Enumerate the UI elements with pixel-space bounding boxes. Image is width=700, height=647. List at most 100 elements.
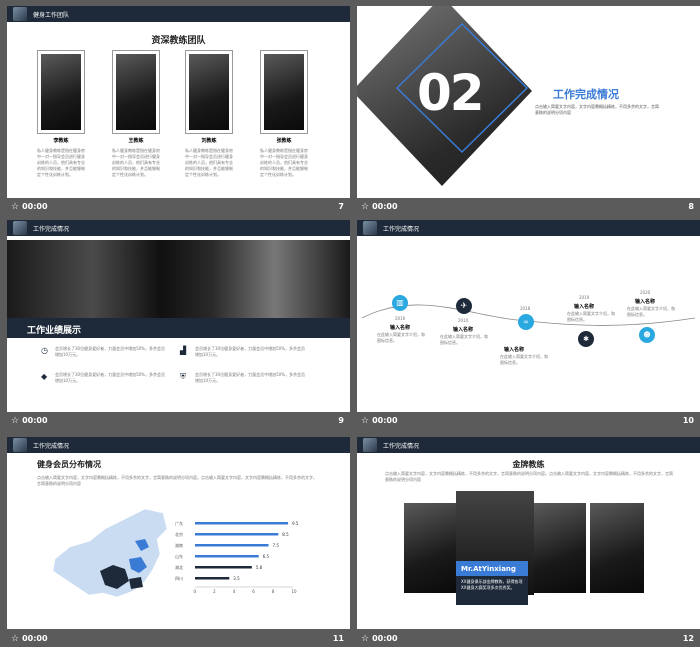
star-icon: ☆ xyxy=(361,415,370,426)
timeline-desc: 在此输入简要文字介绍，和图标信息。 xyxy=(377,332,425,343)
footer-time: 00:00 xyxy=(372,416,398,425)
header-title: 工作完成情况 xyxy=(33,225,70,233)
item-desc: 会员增长了30位健身爱好者，力量会员中增加50%，多余会员增加10万元。 xyxy=(55,372,165,383)
header-title: 健身工作团队 xyxy=(33,11,70,19)
slide-header: 工作完成情况 xyxy=(357,437,700,453)
coach-card xyxy=(260,50,308,134)
timeline-node: ☻ xyxy=(639,327,655,343)
shield-icon: ⛨ xyxy=(180,372,186,381)
slide-7[interactable]: 健身工作团队 资深教练团队 李教练 王教练 刘教练 张教练 私人健身教练是指在健… xyxy=(7,6,350,198)
timeline-desc: 在此输入简要文字介绍，和图标信息。 xyxy=(567,311,615,322)
category-label: 山东 xyxy=(175,553,183,559)
timeline-label: 输入名称 xyxy=(635,299,656,305)
coach-photo xyxy=(116,54,156,130)
member-bar-chart: 广东 9.5 北京 8.5 湖南 7.5 山东 6.5 湖北 5.8 四川 3.5 0 2 4 6 8 10 xyxy=(175,520,299,594)
footer-time: 00:00 xyxy=(372,202,398,211)
timeline-year: 2020 xyxy=(640,290,651,295)
header-title: 工作完成情况 xyxy=(383,442,420,450)
slide-title: 健身会员分布情况 xyxy=(37,460,101,469)
coach-card xyxy=(112,50,160,134)
clock-icon: ◷ xyxy=(41,346,48,355)
category-label: 广东 xyxy=(175,520,183,526)
footer-time: 00:00 xyxy=(22,634,48,643)
data-label: 6.5 xyxy=(263,554,270,559)
coach-photo xyxy=(534,503,586,593)
coach-desc: 私人健身教练是指在健身房中一对一指导会员进行健身训练的人员，他们具有专业的知识和… xyxy=(112,148,160,177)
category-label: 湖南 xyxy=(175,542,183,548)
tag-icon: ◆ xyxy=(41,372,48,381)
star-icon: ☆ xyxy=(361,633,370,644)
coach-name: 刘教练 xyxy=(201,138,217,144)
slide-number: 10 xyxy=(682,416,694,425)
timeline-desc: 在此输入简要文字介绍，和图标信息。 xyxy=(440,334,488,345)
timeline-node: ∞ xyxy=(518,314,534,330)
coach-photo xyxy=(41,54,81,130)
timeline-label: 输入名称 xyxy=(390,325,411,331)
tick-label: 8 xyxy=(272,589,275,594)
header-title: 工作完成情况 xyxy=(33,442,70,450)
slide-9[interactable]: 工作完成情况 工作业绩展示 ◷ 会员增长了30位健身爱好者，力量会员中增加50%… xyxy=(7,220,350,412)
coach-card xyxy=(37,50,85,134)
coach-desc: 私人健身教练是指在健身房中一对一指导会员进行健身训练的人员，他们具有专业的知识和… xyxy=(37,148,85,177)
tick-label: 4 xyxy=(233,589,236,594)
category-label: 四川 xyxy=(175,576,183,581)
bar xyxy=(195,544,269,547)
timeline-year: 2018 xyxy=(520,306,531,311)
footer-time: 00:00 xyxy=(372,634,398,643)
chart-icon: ▟ xyxy=(180,346,187,355)
slide-footer: ☆ 00:00 9 xyxy=(7,412,350,429)
diamond-graphic xyxy=(357,6,532,186)
header-icon xyxy=(13,221,27,235)
timeline-label: 输入名称 xyxy=(504,347,525,353)
star-icon: ☆ xyxy=(11,415,20,426)
banner-photo xyxy=(7,240,350,318)
timeline-year: 2019 xyxy=(579,295,590,300)
coach-card xyxy=(185,50,233,134)
coach-name: 王教练 xyxy=(128,138,144,144)
tick-label: 6 xyxy=(252,589,255,594)
section-title: 工作完成情况 xyxy=(553,88,619,101)
slide-8[interactable]: 02 工作完成情况 点击输入简要文字内容，文字内容需概括精炼，不用多余的文字，言… xyxy=(357,6,700,198)
timeline-year: 2016 xyxy=(395,316,406,321)
slide-12[interactable]: 工作完成情况 金牌教练 点击输入简要文字内容，文字内容需概括精炼，不用多余的文字… xyxy=(357,437,700,629)
timeline-desc: 在此输入简要文字介绍，和图标信息。 xyxy=(500,354,548,365)
section-desc: 点击输入简要文字内容，文字内容需概括精炼，不用多余的文字，言简意赅的说明分项内容 xyxy=(535,104,659,115)
slide-title: 金牌教练 xyxy=(512,460,545,469)
data-label: 5.8 xyxy=(256,565,263,570)
slide-header: 工作完成情况 xyxy=(7,437,350,453)
data-label: 3.5 xyxy=(233,576,240,581)
slide-11[interactable]: 工作完成情况 健身会员分布情况 点击输入简要文字内容，文字内容需概括精炼，不用多… xyxy=(7,437,350,629)
item-desc: 会员增长了30位健身爱好者，力量会员中增加50%，多余会员增加10万元。 xyxy=(55,346,165,357)
tick-label: 2 xyxy=(213,589,216,594)
bar xyxy=(195,522,289,525)
timeline-label: 输入名称 xyxy=(574,304,595,310)
slide-number: 12 xyxy=(682,634,694,643)
slide-header: 健身工作团队 xyxy=(7,6,350,22)
slide-10[interactable]: 工作完成情况 ▥ ✈ ∞ ✱ ☻ 2016 输入名称 在此输入简要文字介绍，和图… xyxy=(357,220,700,412)
bar xyxy=(195,577,230,580)
slide-header: 工作完成情况 xyxy=(7,220,350,236)
slide-footer: ☆ 00:00 12 xyxy=(357,630,700,647)
banner-title: 工作业绩展示 xyxy=(27,326,82,336)
slide-footer: ☆ 00:00 10 xyxy=(357,412,700,429)
slide-desc: 点击输入简要文字内容，文字内容需概括精炼，不用多余的文字，言简意赅的说明分项内容… xyxy=(385,471,673,482)
tick-label: 10 xyxy=(292,589,298,594)
coach-profile: XX健身俱乐部金牌教练，获得各项XX健身大赛奖项多次优秀奖。 xyxy=(461,579,523,590)
coach-name: Mr.AtYinxiang xyxy=(461,565,516,573)
timeline-node: ▥ xyxy=(392,295,408,311)
slide-desc: 点击输入简要文字内容，文字内容需概括精炼，不用多余的文字，言简意赅的说明分项内容… xyxy=(37,475,317,486)
timeline-year: 201X xyxy=(458,318,469,323)
category-label: 北京 xyxy=(175,531,183,537)
tick-label: 0 xyxy=(194,589,197,594)
star-icon: ☆ xyxy=(11,201,20,212)
china-map xyxy=(52,508,168,598)
footer-time: 00:00 xyxy=(22,202,48,211)
bar xyxy=(195,533,279,536)
timeline-node: ✈ xyxy=(456,298,472,314)
coach-photo xyxy=(404,503,456,593)
slide-title: 资深教练团队 xyxy=(151,36,206,46)
coach-photo xyxy=(264,54,304,130)
coach-name: 李教练 xyxy=(53,138,69,144)
coach-desc: 私人健身教练是指在健身房中一对一指导会员进行健身训练的人员，他们具有专业的知识和… xyxy=(185,148,233,177)
header-icon xyxy=(13,7,27,21)
